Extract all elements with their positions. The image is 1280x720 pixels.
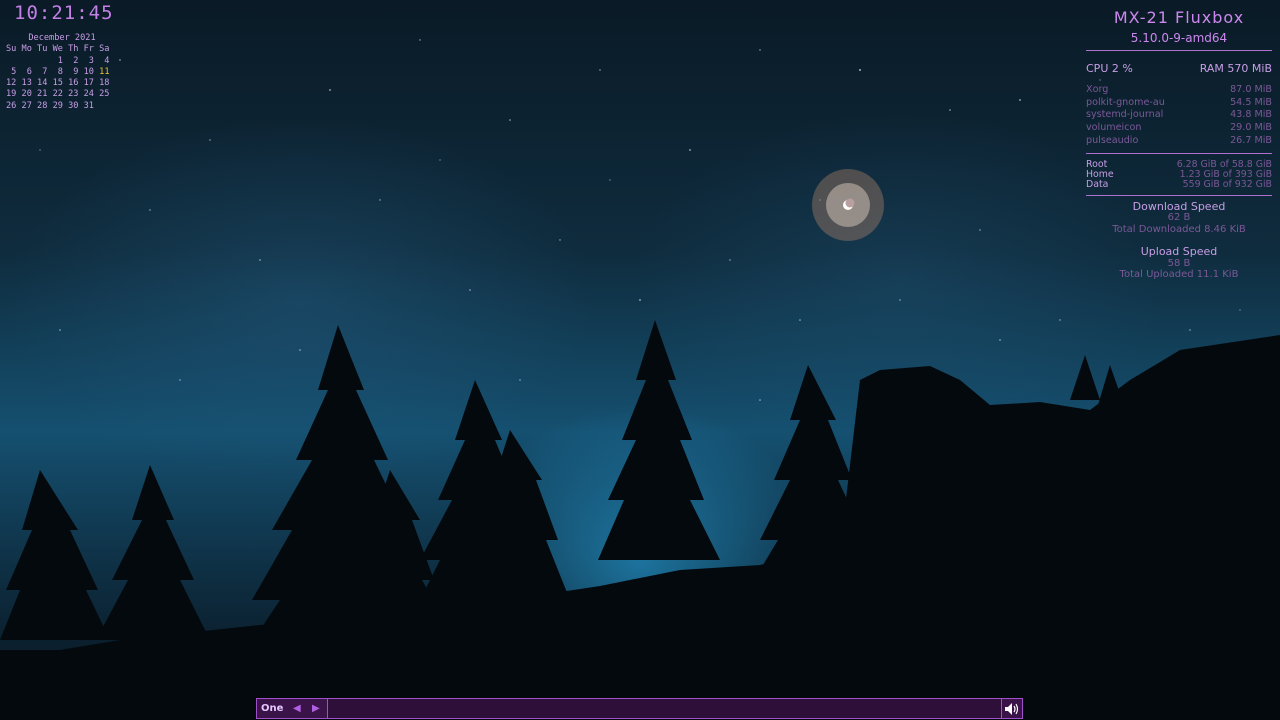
upload-speed: 58 B	[1167, 257, 1191, 269]
divider	[1086, 50, 1272, 51]
disk-list: Root 6.28 GiB of 58.8 GiB Home 1.23 GiB of…	[1086, 159, 1272, 190]
process-row: polkit-gnome-au 54.5 MiB	[1086, 96, 1272, 108]
system-monitor: MX-21 Fluxbox 5.10.0-9-amd64 CPU 2 % RAM…	[1086, 8, 1272, 281]
upload-total: Total Uploaded 11.1 KiB	[1119, 269, 1239, 281]
fluxbox-toolbar: One ◀ ▶	[256, 698, 1023, 719]
calendar-week-2: 5 6 7 8 9 10 11	[6, 66, 110, 77]
divider	[1086, 194, 1272, 196]
process-list: Xorg 87.0 MiB polkit-gnome-au 54.5 MiB sys…	[1086, 84, 1272, 148]
calendar-week-1: 1 2 3 4	[6, 55, 110, 66]
prev-workspace-button[interactable]: ◀	[287, 703, 306, 714]
download-section: Download Speed 62 B Total Downloaded 8.4…	[1086, 201, 1272, 236]
taskbar-area[interactable]	[328, 699, 1001, 718]
calendar-today: 11	[99, 66, 110, 77]
disk-row: Data 559 GiB of 932 GiB	[1086, 178, 1272, 190]
download-heading: Download Speed	[1132, 199, 1226, 213]
cpu-ram-row: CPU 2 % RAM 570 MiB	[1086, 62, 1272, 75]
calendar-week-5: 26 27 28 29 30 31	[6, 100, 94, 111]
clock-display: 10:21:45	[14, 2, 114, 24]
process-row: Xorg 87.0 MiB	[1086, 84, 1272, 95]
calendar-week-3: 12 13 14 15 16 17 18	[6, 78, 110, 89]
download-total: Total Downloaded 8.46 KiB	[1112, 223, 1246, 235]
speaker-icon[interactable]	[1001, 699, 1022, 718]
calendar-month: December 2021	[28, 33, 96, 43]
kernel-version: 5.10.0-9-amd64	[1130, 31, 1228, 45]
download-speed: 62 B	[1167, 212, 1191, 224]
process-row: pulseaudio 26.7 MiB	[1086, 134, 1272, 146]
upload-section: Upload Speed 58 B Total Uploaded 11.1 Ki…	[1086, 246, 1272, 281]
process-row: volumeicon 29.0 MiB	[1086, 122, 1272, 134]
calendar-weekdays: Su Mo Tu We Th Fr Sa	[6, 44, 110, 55]
calendar-week-4: 19 20 21 22 23 24 25	[6, 89, 110, 100]
ram-usage: RAM 570 MiB	[1199, 62, 1272, 75]
distro-title: MX-21 Fluxbox	[1113, 8, 1245, 27]
divider	[1086, 152, 1272, 154]
process-row: systemd-journal 43.8 MiB	[1086, 109, 1272, 121]
upload-heading: Upload Speed	[1140, 245, 1218, 259]
workspace-name[interactable]: One	[257, 703, 287, 714]
cpu-usage: CPU 2 %	[1086, 62, 1133, 75]
next-workspace-button[interactable]: ▶	[306, 703, 325, 714]
calendar-widget: December 2021 Su Mo Tu We Th Fr Sa 1 2 3…	[6, 33, 118, 112]
